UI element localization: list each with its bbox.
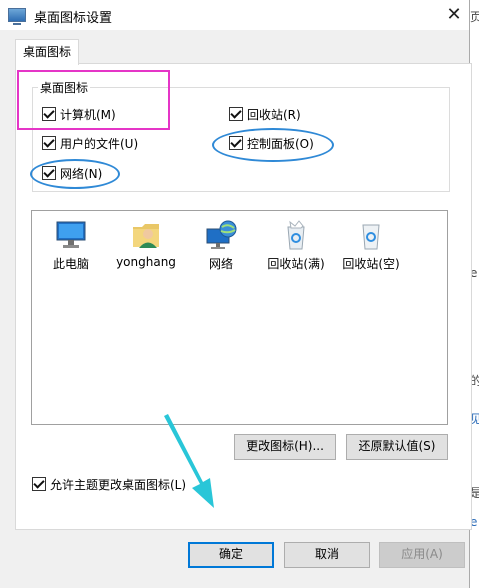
checkbox-box[interactable] [42,136,56,150]
checkbox-user-files[interactable]: 用户的文件(U) [42,135,138,151]
annotation-arrow-icon [164,414,214,508]
ok-button[interactable]: 确定 [188,542,274,568]
highlight-oval [30,159,120,189]
icon-label: yonghang [116,255,176,269]
desktop-icon-settings-dialog: 桌面图标设置 ✕ 桌面图标 桌面图标 计算机(M) 回收站(R) 用户的文件(U… [0,0,472,588]
checkbox-recycle-bin[interactable]: 回收站(R) [229,106,301,122]
recycle-bin-full-icon [287,220,305,250]
list-item[interactable]: 网络 [186,219,256,272]
highlight-rectangle [17,70,170,130]
icon-label: 网络 [208,257,233,271]
list-item[interactable]: yonghang [111,219,181,269]
icon-label: 回收站(空) [342,257,400,271]
list-item[interactable]: 回收站(空) [336,219,406,272]
close-button[interactable]: ✕ [439,0,469,30]
checkbox-box[interactable] [32,477,46,491]
icon-label: 回收站(满) [267,257,325,271]
checkbox-label: 用户的文件(U) [60,136,139,151]
network-icon [206,220,237,249]
this-pc-icon [56,221,86,248]
icon-list[interactable]: 此电脑 yonghang 网络 回收站(满) 回收站(空) [31,210,448,425]
icon-label: 此电脑 [52,257,89,271]
user-folder-icon [133,224,159,248]
checkbox-box[interactable] [229,107,243,121]
list-item[interactable]: 回收站(满) [261,219,331,272]
recycle-bin-empty-icon [362,224,380,250]
change-icon-button[interactable]: 更改图标(H)... [234,434,336,460]
apply-button[interactable]: 应用(A) [379,542,465,568]
checkbox-label: 回收站(R) [247,107,301,122]
list-item[interactable]: 此电脑 [36,219,106,272]
restore-default-button[interactable]: 还原默认值(S) [346,434,448,460]
background-text: 页 [470,10,479,24]
desktop-settings-icon [8,8,26,25]
window-title: 桌面图标设置 [34,11,113,26]
highlight-oval [212,128,334,162]
cancel-button[interactable]: 取消 [284,542,370,568]
tab-desktop-icons[interactable]: 桌面图标 [15,39,79,65]
title-bar[interactable]: 桌面图标设置 ✕ [0,0,469,30]
